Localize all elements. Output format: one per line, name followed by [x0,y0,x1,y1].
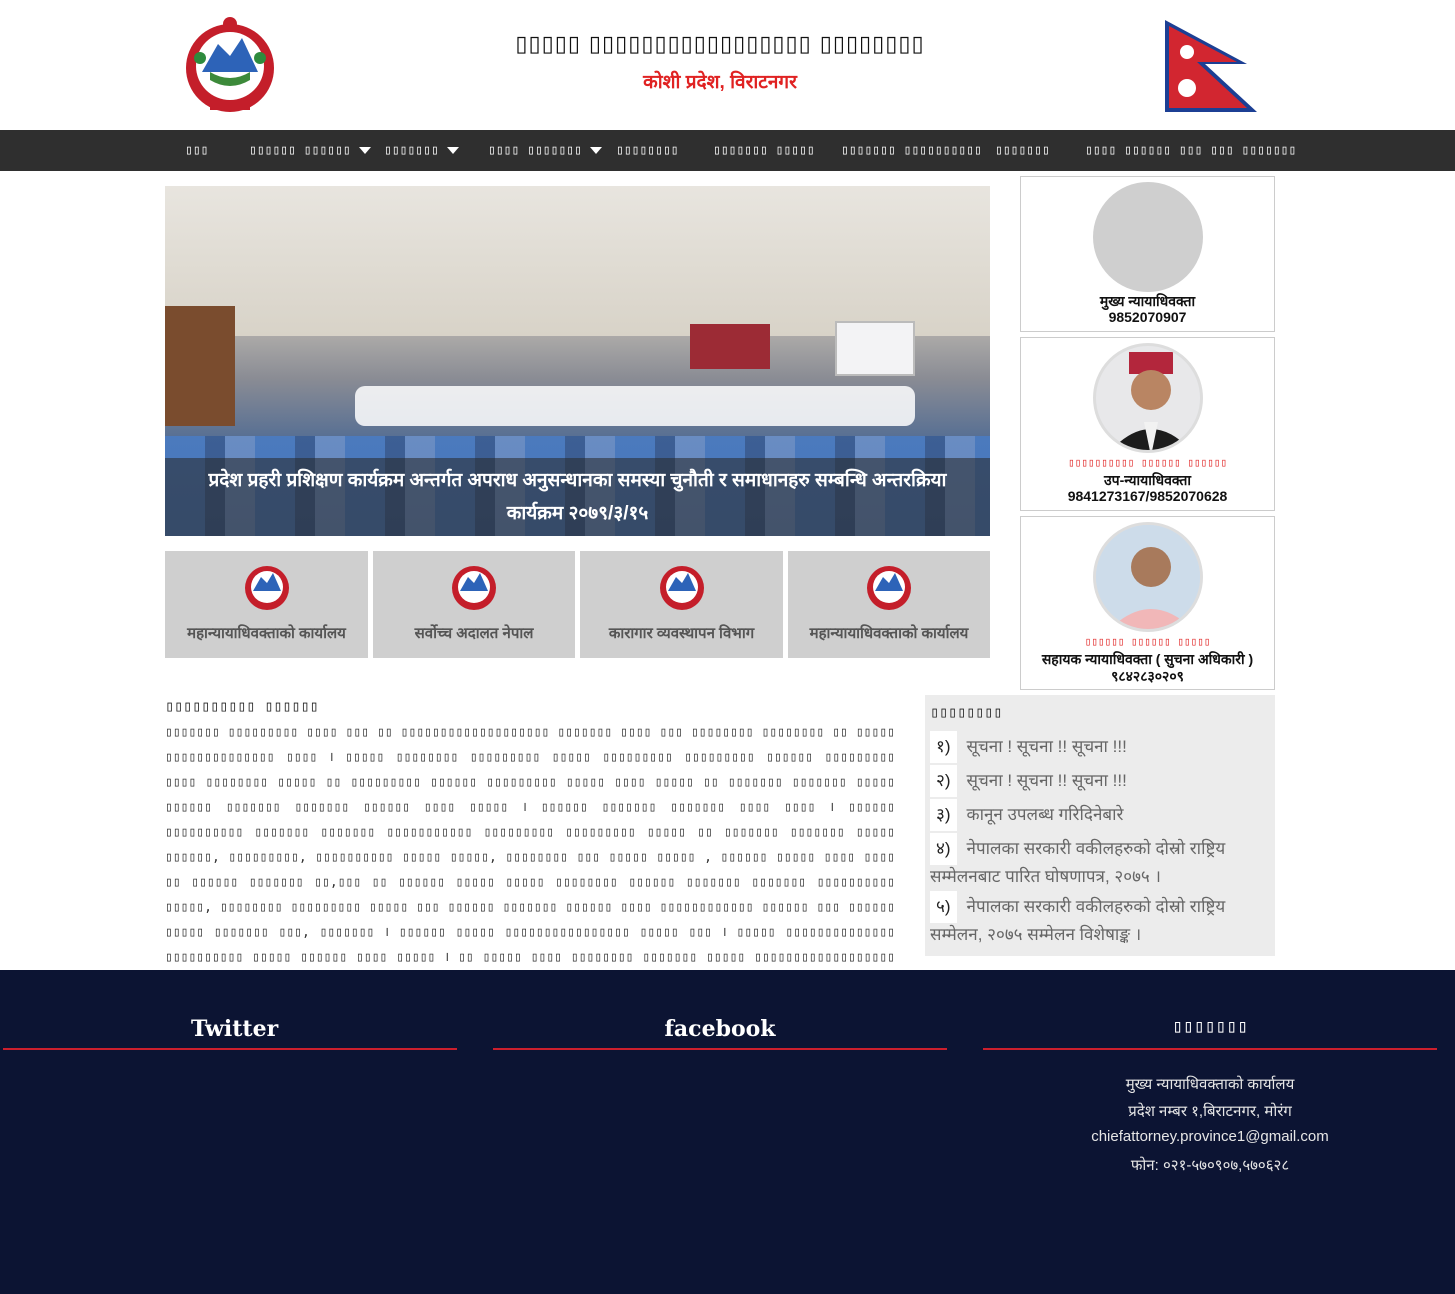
nepal-flag-icon [1165,20,1257,112]
nav-item-notice[interactable]: ▯▯▯▯▯▯▯▯ [616,130,679,171]
chevron-down-icon [589,147,602,154]
facebook-title: facebook [664,1016,776,1042]
notice-link[interactable]: सूचना ! सूचना !! सूचना !!! [967,737,1127,756]
nav-item-contact[interactable]: ▯▯▯▯▯▯▯ [995,130,1050,171]
nepal-emblem-icon[interactable] [180,14,280,116]
notice-link[interactable]: नेपालका सरकारी वकीलहरुको दोस्रो राष्ट्रि… [930,839,1225,886]
footer-divider [493,1048,947,1050]
slider-caption-text: प्रदेश प्रहरी प्रशिक्षण कार्यक्रम अन्तर्… [208,470,947,524]
avatar [1093,522,1203,632]
profile-name: ▯▯▯▯▯▯ ▯▯▯▯▯▯ ▯▯▯▯▯ [1084,635,1211,648]
notice-item[interactable]: ५) नेपालका सरकारी वकीलहरुको दोस्रो राष्ट्… [930,891,1270,947]
notice-number: १) [930,731,957,763]
link-card-label: सर्वोच्च अदालत नेपाल [414,625,534,642]
nav-item-complaint[interactable]: ▯▯▯▯ ▯▯▯▯▯▯ ▯▯▯ ▯▯▯ ▯▯▯▯▯▯▯ [1085,130,1296,171]
notice-link[interactable]: सूचना ! सूचना !! सूचना !!! [967,771,1127,790]
footer-divider [3,1048,457,1050]
notice-panel: ▯▯▯▯▯▯▯▯ १) सूचना ! सूचना !! सूचना !!! २)… [925,695,1275,956]
slider-photo-screen [835,321,915,376]
notice-item[interactable]: ३) कानून उपलब्ध गरिदिनेबारे [930,799,1270,831]
profile-phone: 9841273167/9852070628 [1067,488,1228,504]
contact-address: प्रदेश नम्बर १,बिराटनगर, मोरंग [1128,1103,1292,1120]
slider-photo-door [165,306,235,426]
slider-caption: प्रदेश प्रहरी प्रशिक्षण कार्यक्रम अन्तर्… [165,458,990,536]
link-card-label: कारागार व्यवस्थापन विभाग [608,625,755,642]
link-card-supreme-court[interactable]: सर्वोच्च अदालत नेपाल [373,551,575,658]
contact-title: ▯▯▯▯▯▯▯ [1172,1016,1248,1037]
footer-divider [983,1048,1437,1050]
person-photo-icon [1096,346,1200,450]
notice-heading: ▯▯▯▯▯▯▯▯ [930,703,1003,721]
slider-photo-table [355,386,915,426]
site-title: ▯▯▯▯▯ ▯▯▯▯▯▯▯▯▯▯▯▯▯▯▯▯▯ ▯▯▯▯▯▯▯▯ [515,32,925,57]
chevron-down-icon [358,147,371,154]
notice-link[interactable]: नेपालका सरकारी वकीलहरुको दोस्रो राष्ट्रि… [930,897,1225,944]
profile-name: ▯▯▯▯▯▯▯▯▯▯ ▯▯▯▯▯▯ ▯▯▯▯▯▯ [1068,456,1227,469]
slider-photo-ceiling [165,186,990,336]
notice-item[interactable]: ४) नेपालका सरकारी वकीलहरुको दोस्रो राष्ट्… [930,833,1270,889]
slider-photo-banner [690,324,770,369]
nav-item-org[interactable]: ▯▯▯▯▯▯▯ [384,130,459,171]
notice-number: ५) [930,891,957,923]
link-card-prison-dept[interactable]: कारागार व्यवस्थापन विभाग [580,551,783,658]
link-card-label: महान्यायाधिवक्ताको कार्यालय [809,625,969,642]
site-subtitle: कोशी प्रदेश, विराटनगर [643,72,797,93]
nepal-emblem-icon [244,566,289,610]
person-photo-icon [1096,525,1200,629]
contact-office: मुख्य न्यायाधिवक्ताको कार्यालय [1125,1076,1295,1093]
notice-item[interactable]: २) सूचना ! सूचना !! सूचना !!! [930,765,1270,797]
avatar [1093,182,1203,292]
profile-phone: ९८४२८३०२०९ [1111,668,1184,684]
nepal-emblem-icon [452,566,496,610]
contact-phone: फोन: ०२१-५७०९०७,५७०६२८ [1130,1157,1290,1174]
profile-card-chief: मुख्य न्यायाधिवक्ता 9852070907 [1020,176,1275,332]
nav-item-about[interactable]: ▯▯▯▯▯▯ ▯▯▯▯▯▯ [249,130,371,171]
notice-number: २) [930,765,957,797]
notice-number: ४) [930,833,957,865]
twitter-title: Twitter [191,1016,279,1042]
chevron-down-icon [446,147,459,154]
site-header: ▯▯▯▯▯ ▯▯▯▯▯▯▯▯▯▯▯▯▯▯▯▯▯ ▯▯▯▯▯▯▯▯ कोशी प्… [0,0,1455,130]
profile-phone: 9852070907 [1108,309,1187,325]
link-card-attorney-general[interactable]: महान्यायाधिवक्ताको कार्यालय [165,551,368,658]
link-card-attorney-general-2[interactable]: महान्यायाधिवक्ताको कार्यालय [788,551,990,658]
notice-item[interactable]: १) सूचना ! सूचना !! सूचना !!! [930,731,1270,763]
avatar [1093,343,1203,453]
profile-card-assistant: ▯▯▯▯▯▯ ▯▯▯▯▯▯ ▯▯▯▯▯ सहायक न्यायाधिवक्ता … [1020,516,1275,690]
nav-item-home[interactable]: ▯▯▯ [185,130,208,171]
notice-link[interactable]: कानून उपलब्ध गरिदिनेबारे [967,805,1124,824]
link-card-label: महान्यायाधिवक्ताको कार्यालय [187,625,346,642]
notice-number: ३) [930,799,957,831]
intro-heading: ▯▯▯▯▯▯▯▯▯▯ ▯▯▯▯▯▯ [165,697,319,715]
nav-item-gallery[interactable]: ▯▯▯▯▯▯▯ ▯▯▯▯▯ [713,130,815,171]
nav-item-publications[interactable]: ▯▯▯▯▯▯▯ ▯▯▯▯▯▯▯▯▯▯ [841,130,982,171]
site-footer: Twitter facebook ▯▯▯▯▯▯▯ मुख्य न्यायाधिव… [0,970,1455,1294]
nav-item-info[interactable]: ▯▯▯▯ ▯▯▯▯▯▯▯ [488,130,602,171]
nepal-emblem-icon [659,566,704,610]
main-nav: ▯▯▯ ▯▯▯▯▯▯ ▯▯▯▯▯▯ ▯▯▯▯▯▯▯ ▯▯▯▯ ▯▯▯▯▯▯▯ ▯… [0,130,1455,171]
contact-email[interactable]: chiefattorney.province1@gmail.com [983,1128,1437,1145]
profile-card-deputy: ▯▯▯▯▯▯▯▯▯▯ ▯▯▯▯▯▯ ▯▯▯▯▯▯ उप-न्यायाधिवक्त… [1020,337,1275,511]
nepal-emblem-icon [867,566,911,610]
